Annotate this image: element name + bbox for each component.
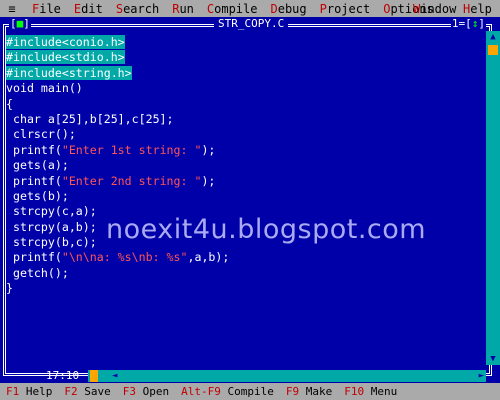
status-label: Menu [370, 385, 398, 398]
scroll-right-icon[interactable]: ► [479, 370, 484, 382]
status-key: F2 [64, 385, 78, 398]
code-line: printf("Enter 2nd string: "); [6, 174, 482, 189]
scroll-up-icon[interactable]: ▲ [486, 31, 500, 43]
window-bottom-line: 17:10 ◄ ► [0, 369, 500, 383]
code-line: clrscr(); [6, 127, 76, 142]
menu-debug-label: ebug [277, 1, 307, 16]
code-text: printf( [6, 173, 62, 188]
zoom-bracket-right: ] [478, 17, 485, 30]
menu-search-hotkey: S [115, 1, 124, 16]
code-line: char a[25],b[25],c[25]; [6, 111, 174, 126]
code-line: #include<conio.h> [6, 35, 482, 50]
window-number: 1 [451, 17, 459, 30]
scroll-left-icon[interactable]: ◄ [112, 370, 117, 382]
vertical-scrollbar[interactable]: ▲ ▼ [486, 31, 500, 365]
status-key: F9 [285, 385, 300, 398]
window-title: STR_COPY.C [214, 17, 289, 30]
window-title-bar: [■] STR_COPY.C 1=[↕] [0, 17, 500, 31]
menu-debug[interactable]: Debug [270, 2, 306, 16]
menu-debug-hotkey: D [270, 1, 278, 16]
vertical-scroll-thumb[interactable] [488, 45, 498, 55]
code-line: getch(); [6, 265, 69, 280]
status-label: Open [142, 385, 170, 398]
menu-compile[interactable]: Compile [207, 2, 258, 16]
menu-help-label: elp [470, 1, 492, 16]
status-key: Alt-F9 [181, 385, 221, 398]
scroll-down-icon[interactable]: ▼ [486, 353, 500, 365]
menu-compile-label: ompile [214, 1, 258, 16]
close-bracket-right: ] [23, 17, 30, 30]
code-line: gets(a); [6, 158, 69, 173]
menu-bar: ≡ File Edit Search Run Compile Debug Pro… [0, 0, 500, 17]
status-label: Help [25, 385, 53, 398]
code-text: printf( [6, 250, 62, 265]
menu-window-hotkey: W [413, 1, 421, 16]
menu-project-hotkey: P [319, 1, 327, 16]
menu-search-label: earch [123, 1, 160, 16]
status-help[interactable]: F1 Help [6, 385, 52, 398]
menu-window-label: indow [420, 1, 457, 16]
code-text: ); [201, 173, 216, 188]
status-key: F1 [6, 385, 20, 398]
code-line: printf("\n\na: %s\nb: %s",a,b); [6, 250, 482, 265]
menu-file[interactable]: File [32, 2, 61, 16]
code-line: #include<string.h> [6, 65, 482, 81]
zoom-bracket-left: [ [465, 17, 472, 30]
close-bracket-left: [ [10, 17, 17, 30]
string-literal: "Enter 2nd string: " [61, 173, 202, 188]
code-line: { [6, 96, 13, 111]
horizontal-scroll-thumb[interactable] [90, 370, 98, 382]
status-label: Save [84, 385, 111, 398]
preprocessor-directive: #include<stdio.h> [6, 50, 125, 65]
menu-run[interactable]: Run [172, 2, 194, 16]
status-make[interactable]: F9 Make [286, 385, 332, 398]
status-menu[interactable]: F10 Menu [344, 385, 397, 398]
string-literal: "\n\na: %s\nb: %s" [61, 250, 188, 265]
code-text: ); [201, 142, 216, 157]
status-bar: F1 Help F2 Save F3 Open Alt-F9 Compile F… [0, 383, 500, 400]
zoom-window-button[interactable]: 1=[↕] [450, 17, 486, 30]
menu-edit-label: dit [81, 1, 103, 16]
code-line: printf("Enter 1st string: "); [6, 143, 482, 158]
horizontal-scrollbar[interactable]: ◄ ► [88, 370, 486, 382]
code-line: void main() [6, 81, 83, 96]
menu-edit[interactable]: Edit [74, 2, 103, 16]
menu-search[interactable]: Search [116, 2, 159, 16]
code-text: printf( [6, 142, 62, 157]
status-key: F10 [344, 385, 365, 398]
menu-window[interactable]: Window [413, 0, 456, 17]
string-literal: "Enter 1st string: " [61, 142, 202, 157]
status-key: F3 [122, 385, 136, 398]
preprocessor-directive: #include<conio.h> [6, 35, 125, 49]
code-line: #include<stdio.h> [6, 50, 482, 65]
status-label: Make [305, 385, 333, 398]
menu-help[interactable]: Help [463, 0, 492, 17]
menu-help-hotkey: H [463, 1, 471, 16]
close-window-button[interactable]: [■] [9, 17, 31, 30]
menu-file-label: ile [39, 1, 61, 16]
menu-project-label: roject [326, 1, 371, 16]
code-line: gets(b); [6, 188, 69, 203]
code-text: ,a,b); [187, 250, 230, 265]
status-label: Compile [227, 385, 274, 398]
status-compile[interactable]: Alt-F9 Compile [181, 385, 274, 398]
cursor-position: 17:10 [46, 369, 80, 382]
status-save[interactable]: F2 Save [64, 385, 110, 398]
preprocessor-directive: #include<string.h> [6, 65, 132, 80]
watermark-text: noexit4u.blogspot.com [106, 214, 427, 245]
system-menu-icon[interactable]: ≡ [0, 2, 24, 16]
status-open[interactable]: F3 Open [123, 385, 169, 398]
code-editor[interactable]: #include<conio.h> #include<stdio.h> #inc… [6, 35, 482, 365]
menu-run-label: un [179, 1, 194, 16]
code-line: } [6, 281, 13, 296]
menu-project[interactable]: Project [320, 2, 371, 16]
editor-window: [■] STR_COPY.C 1=[↕] #include<conio.h> #… [0, 17, 500, 383]
